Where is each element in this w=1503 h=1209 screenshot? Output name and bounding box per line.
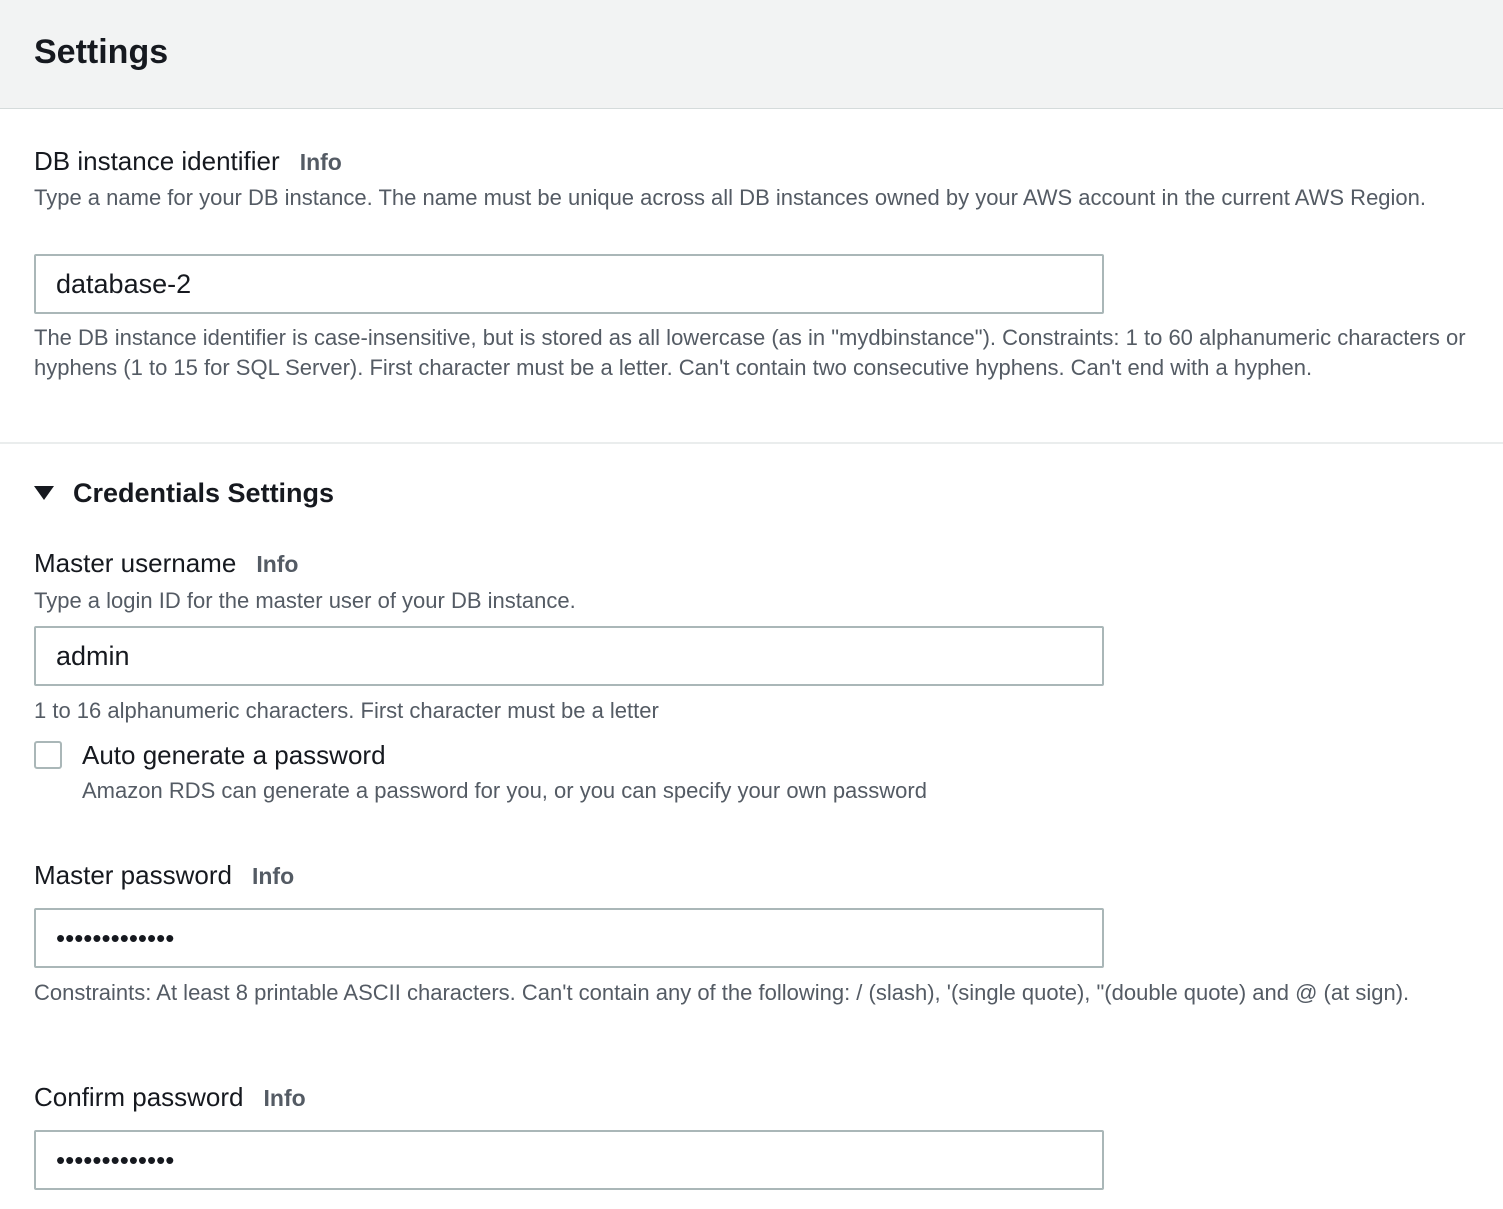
section-divider <box>0 442 1503 444</box>
settings-header: Settings <box>0 0 1503 109</box>
db-identifier-constraint: The DB instance identifier is case-insen… <box>34 325 1466 380</box>
master-username-info-link[interactable]: Info <box>256 551 298 577</box>
auto-generate-checkbox[interactable] <box>34 741 62 769</box>
confirm-password-label: Confirm password <box>34 1082 244 1112</box>
confirm-password-info-link[interactable]: Info <box>264 1085 306 1111</box>
master-username-label: Master username <box>34 548 237 578</box>
auto-generate-label[interactable]: Auto generate a password <box>82 738 386 772</box>
db-identifier-info-link[interactable]: Info <box>300 149 342 175</box>
db-identifier-input[interactable]: database-2 <box>34 254 1104 314</box>
master-username-constraint: 1 to 16 alphanumeric characters. First c… <box>34 698 659 723</box>
credentials-section-title[interactable]: Credentials Settings <box>73 476 334 510</box>
page-title: Settings <box>34 33 169 71</box>
db-identifier-description: Type a name for your DB instance. The na… <box>34 185 1427 210</box>
auto-generate-description: Amazon RDS can generate a password for y… <box>82 778 927 803</box>
master-username-input[interactable]: admin <box>34 626 1104 686</box>
master-password-constraint: Constraints: At least 8 printable ASCII … <box>34 980 1410 1005</box>
db-identifier-label: DB instance identifier <box>34 146 280 176</box>
caret-down-icon <box>34 486 54 500</box>
master-password-label-row: Master password Info <box>34 858 294 893</box>
master-password-input[interactable]: ••••••••••••• <box>34 908 1104 968</box>
master-username-label-row: Master username Info <box>34 546 298 581</box>
master-password-info-link[interactable]: Info <box>252 863 294 889</box>
db-identifier-label-row: DB instance identifier Info <box>34 144 342 179</box>
master-username-description: Type a login ID for the master user of y… <box>34 588 576 613</box>
confirm-password-label-row: Confirm password Info <box>34 1080 306 1115</box>
master-password-label: Master password <box>34 860 232 890</box>
credentials-toggle[interactable] <box>34 486 54 500</box>
confirm-password-input[interactable]: ••••••••••••• <box>34 1130 1104 1190</box>
